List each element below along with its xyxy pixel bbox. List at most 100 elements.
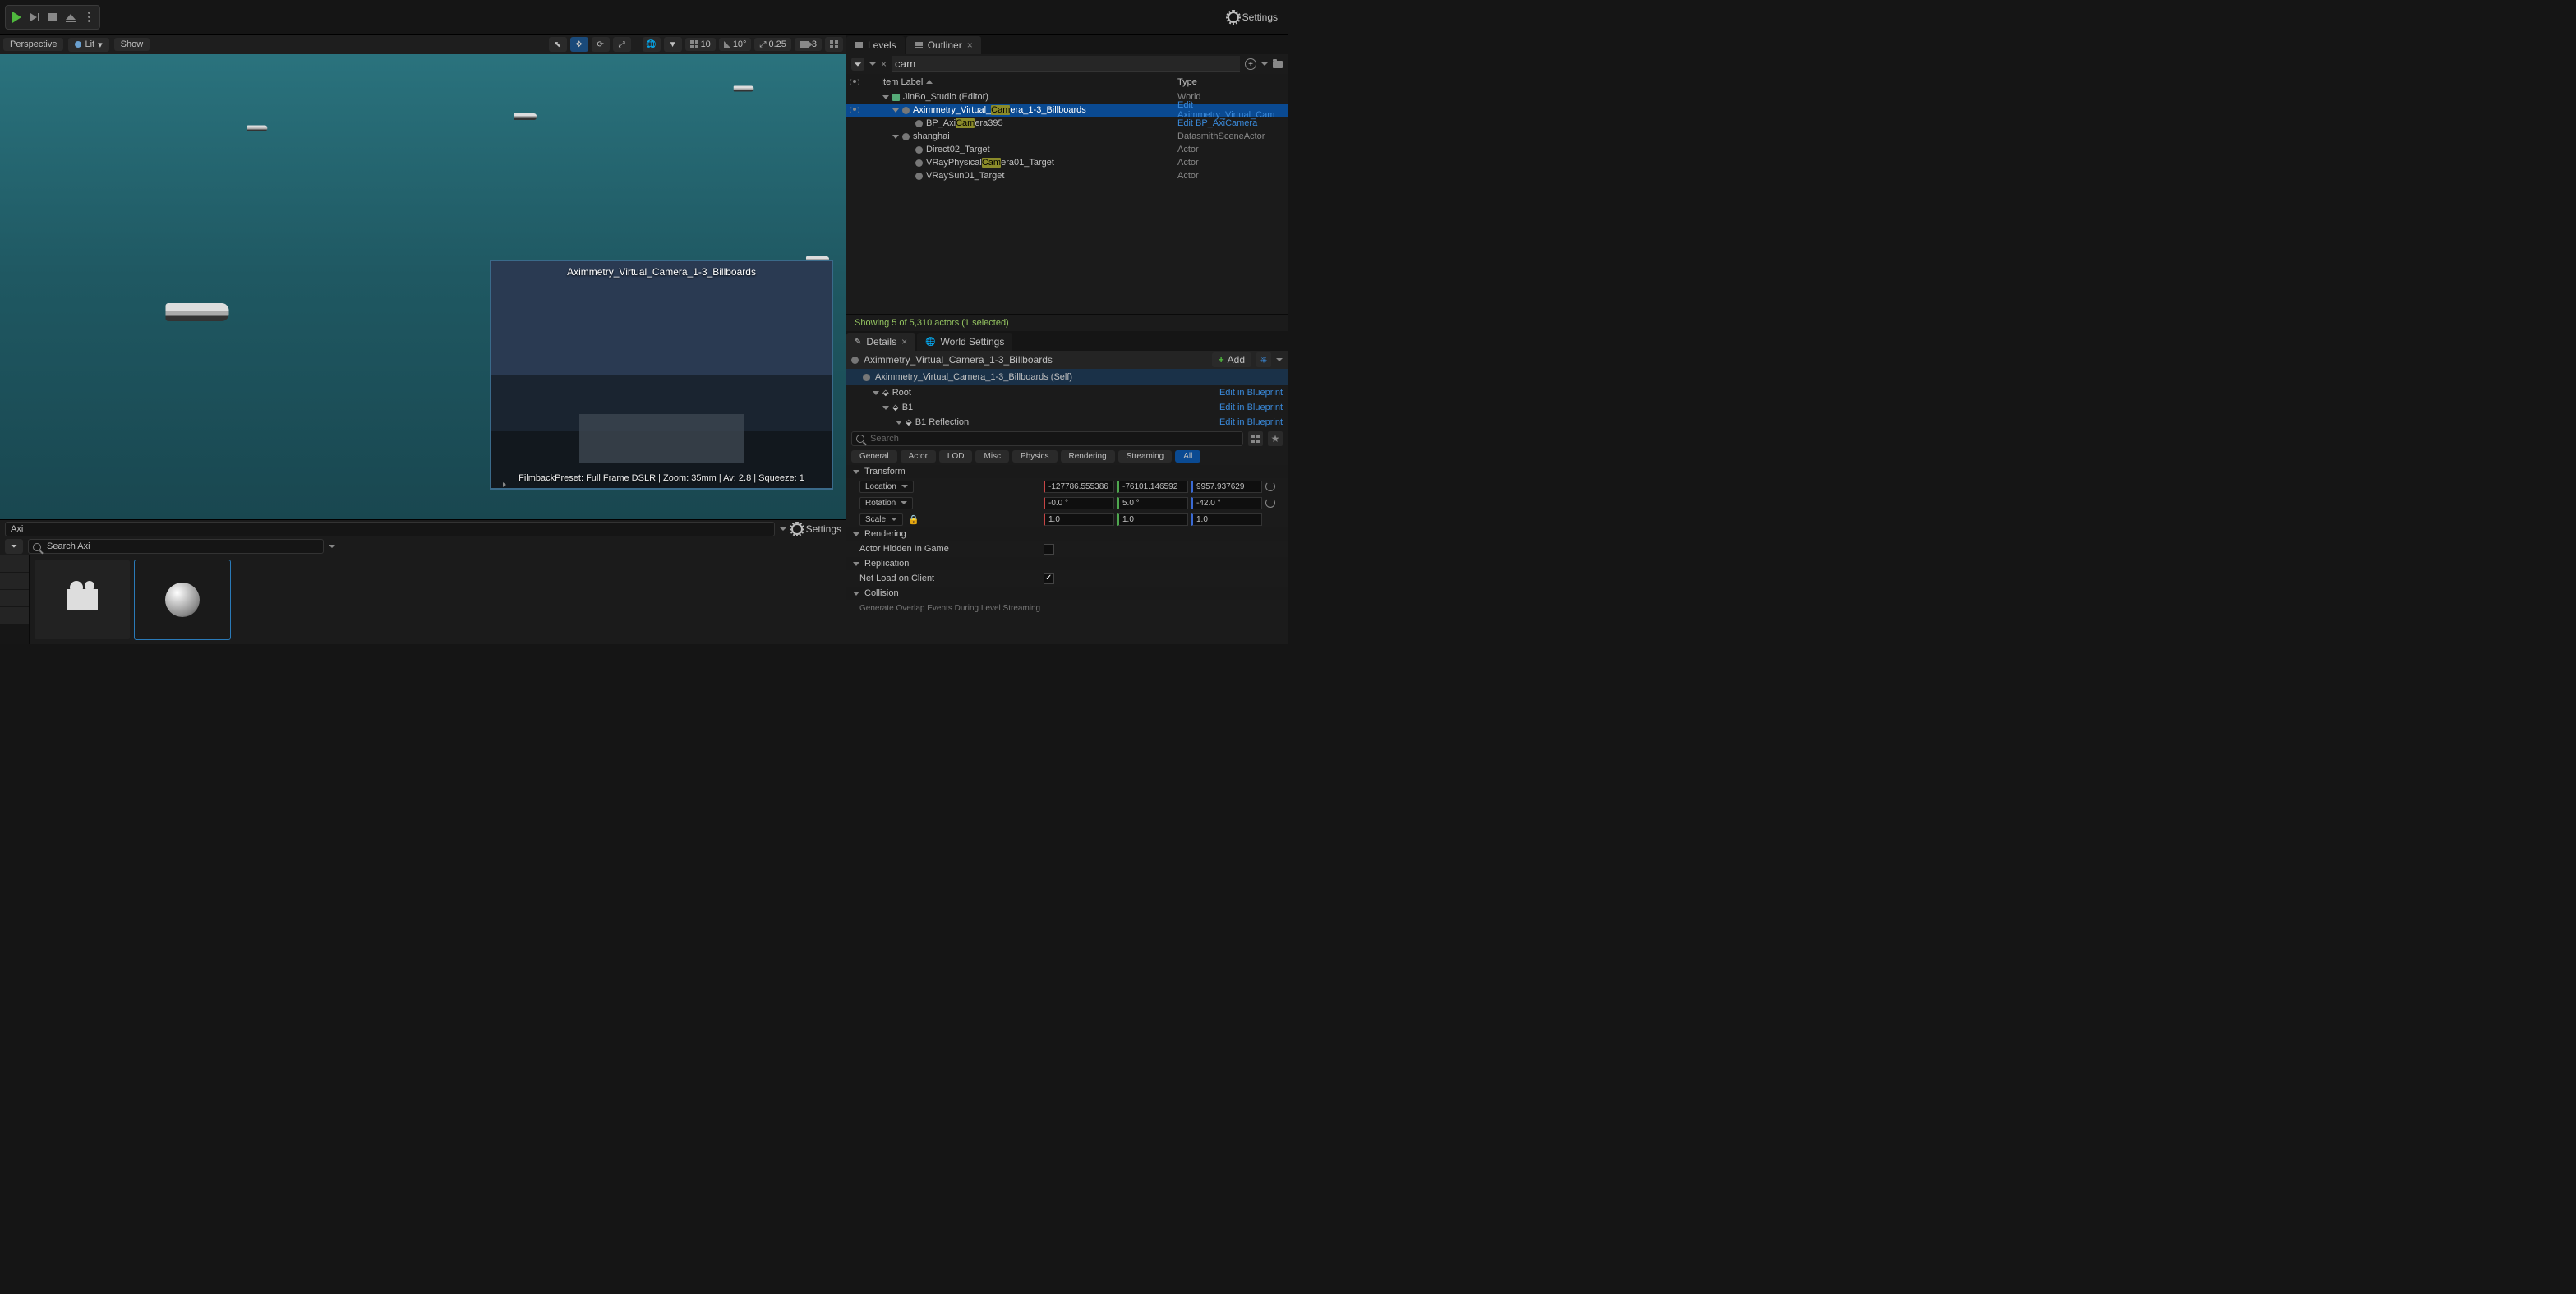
grid-snap-dropdown[interactable]: 10 <box>685 38 716 51</box>
angle-snap-dropdown[interactable]: 10° <box>719 38 752 51</box>
filter-all[interactable]: All <box>1175 450 1200 463</box>
chevron-down-icon[interactable] <box>1261 62 1268 66</box>
component-row[interactable]: ⬙B1Edit in Blueprint <box>846 400 1288 415</box>
folder-tree[interactable] <box>0 555 30 644</box>
asset-item[interactable] <box>135 560 230 639</box>
filter-rendering[interactable]: Rendering <box>1061 450 1115 463</box>
show-dropdown[interactable]: Show <box>114 38 150 51</box>
outliner-row[interactable]: VRaySun01_TargetActor <box>846 169 1288 182</box>
asset-item[interactable] <box>35 560 130 639</box>
blueprint-options-button[interactable]: ⎈ <box>1256 352 1271 367</box>
chevron-down-icon[interactable] <box>896 421 902 425</box>
chevron-down-icon[interactable] <box>882 95 889 99</box>
add-component-button[interactable]: +Add <box>1212 352 1251 367</box>
tab-outliner[interactable]: Outliner× <box>906 36 981 54</box>
location-dropdown[interactable]: Location <box>859 481 914 493</box>
location-y-input[interactable] <box>1117 481 1188 493</box>
details-search-input[interactable]: Search <box>851 431 1243 446</box>
level-viewport[interactable]: Aximmetry_Virtual_Camera_1-3_Billboards … <box>0 35 846 519</box>
stop-button[interactable] <box>44 7 62 27</box>
rotation-x-input[interactable] <box>1044 497 1114 509</box>
scale-dropdown[interactable]: Scale <box>859 513 903 526</box>
tab-levels[interactable]: Levels <box>846 36 905 54</box>
net-load-checkbox[interactable] <box>1044 573 1054 584</box>
visibility-icon[interactable] <box>850 107 859 113</box>
chevron-down-icon[interactable] <box>869 62 876 66</box>
close-icon[interactable]: × <box>901 336 907 348</box>
outliner-search-input[interactable] <box>892 56 1240 72</box>
chevron-down-icon[interactable] <box>1276 358 1283 361</box>
rotation-z-input[interactable] <box>1191 497 1262 509</box>
world-local-button[interactable]: 🌐 <box>643 37 661 52</box>
rotate-mode-button[interactable]: ⟳ <box>592 37 610 52</box>
header-type[interactable]: Type <box>1177 77 1288 87</box>
surface-snap-button[interactable]: ▼ <box>664 37 682 52</box>
chevron-down-icon[interactable] <box>892 135 899 139</box>
reset-icon[interactable] <box>1265 481 1275 491</box>
chevron-down-icon[interactable] <box>882 406 889 410</box>
lock-icon[interactable]: 🔒 <box>908 514 919 525</box>
outliner-row[interactable]: Direct02_TargetActor <box>846 143 1288 156</box>
component-row[interactable]: ⬙B1 ReflectionEdit in Blueprint <box>846 415 1288 430</box>
filter-button[interactable]: ⏷ <box>5 539 23 554</box>
filter-physics[interactable]: Physics <box>1012 450 1057 463</box>
viewport-layout-button[interactable] <box>825 37 843 52</box>
visibility-icon[interactable] <box>850 79 859 85</box>
property-matrix-button[interactable] <box>1248 431 1263 446</box>
filter-general[interactable]: General <box>851 450 897 463</box>
outliner-row[interactable]: Aximmetry_Virtual_Camera_1-3_BillboardsE… <box>846 104 1288 117</box>
rotation-dropdown[interactable]: Rotation <box>859 497 913 509</box>
clear-search-button[interactable]: × <box>881 58 887 70</box>
add-filter-button[interactable]: + <box>1245 58 1256 70</box>
settings-button[interactable]: Settings <box>1223 8 1283 26</box>
filter-actor[interactable]: Actor <box>901 450 936 463</box>
edit-blueprint-link[interactable]: Edit in Blueprint <box>1219 403 1288 412</box>
tab-world-settings[interactable]: 🌐World Settings <box>917 333 1012 351</box>
eject-button[interactable] <box>62 7 80 27</box>
component-row[interactable]: ⬙RootEdit in Blueprint <box>846 385 1288 400</box>
perspective-dropdown[interactable]: Perspective <box>3 38 63 51</box>
filter-lod[interactable]: LOD <box>939 450 973 463</box>
edit-blueprint-link[interactable]: Edit in Blueprint <box>1219 388 1288 398</box>
actor-hidden-checkbox[interactable] <box>1044 544 1054 555</box>
outliner-row[interactable]: shanghaiDatasmithSceneActor <box>846 130 1288 143</box>
scale-snap-dropdown[interactable]: ⤢0.25 <box>754 38 790 51</box>
favorites-button[interactable]: ★ <box>1268 431 1283 446</box>
outliner-row[interactable]: VRayPhysicalCamera01_TargetActor <box>846 156 1288 169</box>
scale-x-input[interactable] <box>1044 513 1114 526</box>
filter-misc[interactable]: Misc <box>975 450 1009 463</box>
close-icon[interactable]: × <box>967 39 973 51</box>
outliner-item-type[interactable]: Edit BP_AxiCamera <box>1177 118 1288 128</box>
lit-dropdown[interactable]: Lit▾ <box>68 38 108 52</box>
step-button[interactable] <box>25 7 44 27</box>
play-button[interactable] <box>7 7 25 27</box>
content-search-input[interactable]: Search Axi <box>28 539 324 554</box>
chevron-down-icon[interactable] <box>329 545 335 548</box>
header-item-label[interactable]: Item Label <box>863 77 1177 87</box>
camera-speed-dropdown[interactable]: 3 <box>795 38 822 51</box>
category-header[interactable]: Collision <box>846 587 1288 600</box>
outliner-item-type[interactable]: Edit Aximmetry_Virtual_Cam <box>1177 100 1288 120</box>
filter-dropdown[interactable]: ⏷ <box>851 58 864 71</box>
translate-mode-button[interactable]: ✥ <box>570 37 588 52</box>
play-options-button[interactable] <box>80 7 98 27</box>
category-header[interactable]: Rendering <box>846 527 1288 541</box>
chevron-down-icon[interactable] <box>780 527 786 531</box>
tab-details[interactable]: ✎Details× <box>846 333 915 351</box>
edit-blueprint-link[interactable]: Edit in Blueprint <box>1219 417 1288 427</box>
content-settings-button[interactable]: Settings <box>791 523 841 535</box>
scale-y-input[interactable] <box>1117 513 1188 526</box>
select-mode-button[interactable]: ⬉ <box>549 37 567 52</box>
filter-streaming[interactable]: Streaming <box>1118 450 1173 463</box>
chevron-down-icon[interactable] <box>873 391 879 395</box>
category-header[interactable]: Replication <box>846 557 1288 570</box>
category-header[interactable]: Transform <box>846 465 1288 478</box>
rotation-y-input[interactable] <box>1117 497 1188 509</box>
chevron-down-icon[interactable] <box>892 108 899 113</box>
scale-z-input[interactable] <box>1191 513 1262 526</box>
component-self-row[interactable]: Aximmetry_Virtual_Camera_1-3_Billboards … <box>846 369 1288 385</box>
folder-icon[interactable] <box>1273 61 1283 68</box>
location-z-input[interactable] <box>1191 481 1262 493</box>
location-x-input[interactable] <box>1044 481 1114 493</box>
reset-icon[interactable] <box>1265 498 1275 508</box>
